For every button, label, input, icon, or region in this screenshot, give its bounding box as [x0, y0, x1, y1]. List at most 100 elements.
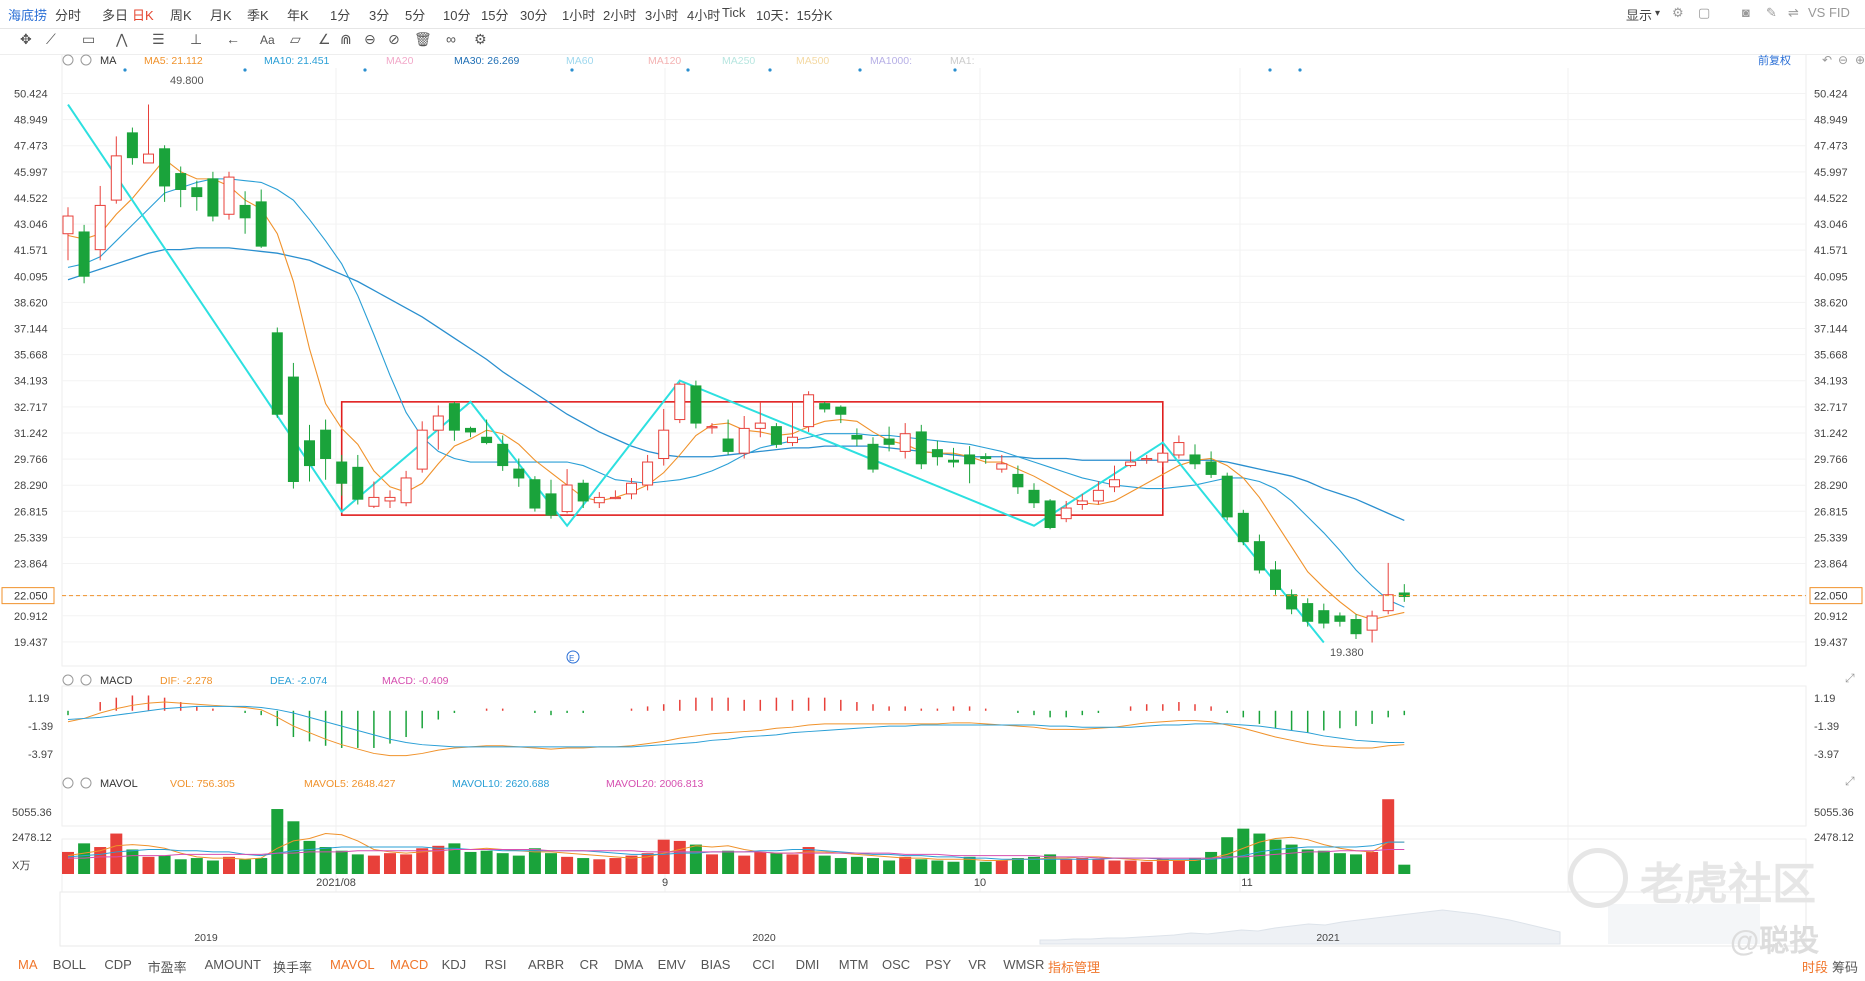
indicator-macd[interactable]: MACD [390, 957, 428, 972]
volume-bar [818, 855, 831, 874]
indicator-vr[interactable]: VR [968, 957, 986, 972]
indicator-dma[interactable]: DMA [614, 957, 643, 972]
y-tick-left: 50.424 [14, 89, 48, 101]
candle-body [465, 427, 476, 433]
indicator-mavol[interactable]: MAVOL [330, 957, 375, 972]
indicator-kdj[interactable]: KDJ [442, 957, 467, 972]
timeframe-5[interactable]: 季K [247, 5, 269, 24]
timeframe-17[interactable]: Tick [722, 5, 745, 20]
candle [126, 127, 138, 165]
indicator-amount[interactable]: AMOUNT [205, 957, 261, 972]
settings-icon[interactable]: ⚙ [1672, 5, 1684, 21]
candle [159, 145, 171, 202]
indicator-emv[interactable]: EMV [658, 957, 686, 972]
expand-icon: ⤢ [1844, 671, 1855, 685]
vol-tick-right: 5055.36 [1814, 807, 1854, 819]
indicator-mtm[interactable]: MTM [839, 957, 869, 972]
chart-area[interactable]: 50.424 50.424 48.949 48.949 47.473 47.473 45.9… [0, 54, 1865, 951]
timeframe-6[interactable]: 年K [287, 5, 309, 24]
indicator-bias[interactable]: BIAS [701, 957, 731, 972]
arrow-icon[interactable]: ← [226, 31, 240, 47]
vs-compare[interactable]: VS FID [1808, 5, 1850, 20]
candle [1189, 444, 1201, 470]
candle-body [1189, 454, 1201, 465]
magnet-icon[interactable]: ⋒ [340, 31, 352, 48]
lock-icon[interactable]: ⊖ [364, 31, 376, 48]
candle [336, 454, 348, 496]
tool-settings-icon[interactable]: ⚙ [474, 31, 487, 48]
volume-bar [1205, 851, 1218, 874]
layout-icon[interactable]: ▢ [1698, 5, 1710, 21]
comment-icon[interactable]: ▱ [290, 31, 301, 48]
indicator-manage-button[interactable]: 指标管理 [1048, 957, 1100, 976]
candle-body [1302, 603, 1314, 622]
fib-icon[interactable]: ☰ [152, 31, 165, 48]
timeframe-16[interactable]: 4小时 [687, 5, 720, 24]
indicator-rsi[interactable]: RSI [485, 957, 507, 972]
timeframe-18[interactable]: 10天：15分K [756, 5, 833, 24]
mavol5-line [67, 833, 1405, 862]
indicator-dmi[interactable]: DMI [796, 957, 820, 972]
camera-icon[interactable]: ◙ [1742, 5, 1750, 20]
volume-bar [496, 853, 509, 874]
crosshair-icon[interactable]: ✥ [20, 31, 32, 48]
candle-body [400, 477, 412, 504]
swap-icon[interactable]: ⇌ [1788, 5, 1799, 21]
timeframe-15[interactable]: 3小时 [645, 5, 678, 24]
volume-bar [335, 850, 348, 874]
indicator-arbr[interactable]: ARBR [528, 957, 564, 972]
timeframe-12[interactable]: 30分 [520, 5, 547, 24]
marker-dot [363, 68, 367, 72]
indicator-cr[interactable]: CR [580, 957, 599, 972]
y-tick-right: 32.717 [1814, 402, 1848, 414]
tab-chips[interactable]: 筹码 [1832, 957, 1858, 976]
volume-bar [512, 855, 525, 874]
timeframe-10[interactable]: 10分 [443, 5, 470, 24]
candle [1334, 612, 1346, 627]
chevron-down-icon[interactable]: ▾ [1655, 8, 1660, 19]
timeframe-13[interactable]: 1小时 [562, 5, 595, 24]
timeframe-14[interactable]: 2小时 [603, 5, 636, 24]
timeframe-3[interactable]: 周K [170, 5, 192, 24]
candle-body [1076, 500, 1088, 505]
watermark-logo-icon [1568, 848, 1628, 908]
indicator-psy[interactable]: PSY [925, 957, 951, 972]
candle-body [94, 204, 106, 251]
indicator-cci[interactable]: CCI [752, 957, 774, 972]
indicator-cdp[interactable]: CDP [104, 957, 131, 972]
measure-icon[interactable]: ⊥ [190, 31, 202, 48]
candle-body [1109, 479, 1120, 488]
timeframe-7[interactable]: 1分 [330, 5, 350, 24]
wave-icon[interactable]: ⋀ [116, 31, 127, 48]
candle-body [1012, 473, 1024, 488]
timeframe-1[interactable]: 多日 [102, 5, 128, 24]
display-dropdown[interactable]: 显示 [1626, 5, 1652, 24]
indicator-市盈率[interactable]: 市盈率 [148, 957, 187, 976]
timeframe-11[interactable]: 15分 [481, 5, 508, 24]
text-icon[interactable]: Aa [260, 33, 275, 47]
pen-icon[interactable]: ∠ [318, 31, 331, 48]
y-tick-right: 40.095 [1814, 271, 1848, 283]
indicator-wmsr[interactable]: WMSR [1003, 957, 1044, 972]
link-icon[interactable]: ∞ [446, 31, 456, 47]
candle-body [996, 463, 1008, 470]
candle [1060, 500, 1072, 523]
app-title[interactable]: 海底捞 [8, 5, 47, 24]
indicator-换手率[interactable]: 换手率 [273, 957, 312, 976]
timeframe-4[interactable]: 月K [210, 5, 232, 24]
candle [948, 447, 959, 468]
timeframe-9[interactable]: 5分 [405, 5, 425, 24]
timeframe-0[interactable]: 分时 [55, 5, 81, 24]
timeframe-2[interactable]: 日K [132, 5, 154, 24]
volume-bar [689, 844, 702, 874]
rectangle-icon[interactable]: ▭ [82, 31, 95, 48]
timeframe-8[interactable]: 3分 [369, 5, 389, 24]
hide-icon[interactable]: ⊘ [388, 31, 400, 48]
delete-icon[interactable]: 🗑 [414, 31, 432, 48]
indicator-boll[interactable]: BOLL [53, 957, 86, 972]
trendline-icon[interactable]: ⟋ [46, 31, 56, 48]
draw-icon[interactable]: ✎ [1766, 5, 1777, 21]
indicator-osc[interactable]: OSC [882, 957, 910, 972]
candle [964, 446, 976, 484]
indicator-ma[interactable]: MA [18, 957, 38, 972]
